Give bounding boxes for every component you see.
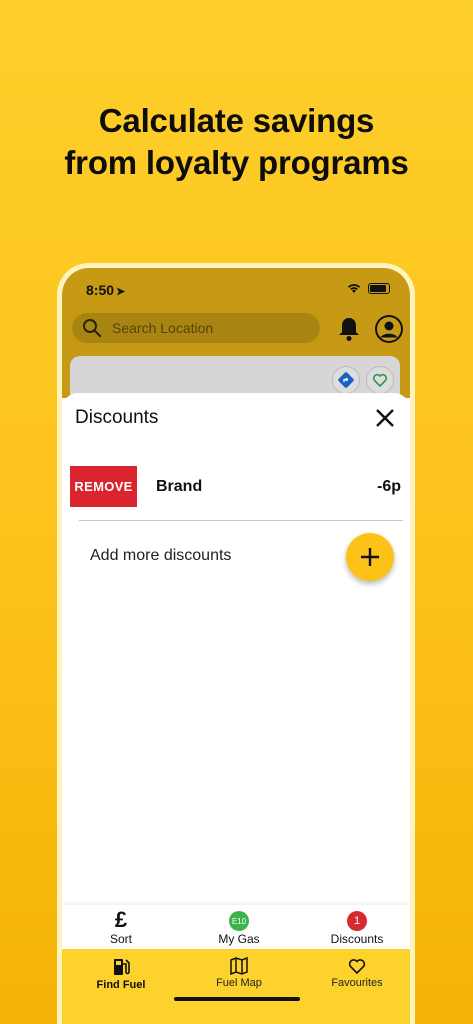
nav-favourites[interactable]: Favourites <box>298 957 410 989</box>
sub-tab-sort[interactable]: £ Sort <box>62 905 180 949</box>
headline: Calculate savings from loyalty programs <box>0 100 473 184</box>
status-icons <box>346 282 390 294</box>
battery-icon <box>368 282 390 294</box>
status-time: 8:50 ➤ <box>86 282 125 298</box>
notifications-button[interactable] <box>337 316 361 347</box>
sub-tab-my-gas-label: My Gas <box>218 932 260 946</box>
nav-fuel-map[interactable]: Fuel Map <box>180 957 298 989</box>
location-arrow-icon: ➤ <box>116 286 126 298</box>
plus-icon <box>361 548 379 566</box>
wifi-icon <box>347 284 361 293</box>
nav-find-fuel-label: Find Fuel <box>96 979 146 991</box>
pound-icon: £ <box>114 907 128 932</box>
discount-count-badge: 1 <box>347 911 367 931</box>
favourite-button[interactable] <box>366 366 394 394</box>
sub-tab-discounts-label: Discounts <box>330 932 384 946</box>
fuel-grade-badge: E10 <box>229 911 249 931</box>
headline-line-1: Calculate savings <box>98 102 375 139</box>
map-icon <box>230 957 248 975</box>
discount-brand-label: Brand <box>156 478 203 495</box>
bell-icon <box>339 318 359 341</box>
close-icon <box>376 409 394 427</box>
headline-line-2: from loyalty programs <box>64 144 409 181</box>
bottom-nav: Find Fuel Fuel Map Favourites <box>62 949 410 1024</box>
heart-outline-icon <box>372 373 388 388</box>
avatar-button[interactable] <box>375 315 403 343</box>
search-input[interactable]: Search Location <box>72 313 320 343</box>
sub-tab-my-gas[interactable]: E10 My Gas <box>180 905 298 949</box>
directions-icon <box>338 372 354 388</box>
nav-favourites-label: Favourites <box>331 977 383 989</box>
directions-button[interactable] <box>332 366 360 394</box>
sub-tab-discounts[interactable]: 1 Discounts <box>298 905 410 949</box>
search-placeholder: Search Location <box>112 320 214 336</box>
sub-tab-bar: £ Sort E10 My Gas 1 Discounts <box>62 905 410 949</box>
heart-icon <box>348 959 366 975</box>
home-indicator <box>174 997 300 1001</box>
phone-frame: 8:50 ➤ Search Location Discounts REMOVE … <box>57 263 415 1024</box>
discount-amount: -6p <box>377 478 401 495</box>
discount-row: REMOVE Brand -6p <box>70 466 402 507</box>
remove-discount-button[interactable]: REMOVE <box>70 466 137 507</box>
divider <box>79 520 403 521</box>
sheet-title: Discounts <box>75 407 159 428</box>
add-discount-button[interactable] <box>346 533 394 581</box>
fuel-pump-icon <box>114 959 130 975</box>
sub-tab-sort-label: Sort <box>109 932 132 946</box>
nav-fuel-map-label: Fuel Map <box>216 977 262 989</box>
status-time-text: 8:50 <box>86 282 115 298</box>
nav-find-fuel[interactable]: Find Fuel <box>62 957 180 991</box>
add-more-discounts-label: Add more discounts <box>90 547 232 564</box>
user-icon <box>377 317 401 341</box>
search-icon <box>83 319 102 338</box>
close-button[interactable] <box>372 405 398 431</box>
